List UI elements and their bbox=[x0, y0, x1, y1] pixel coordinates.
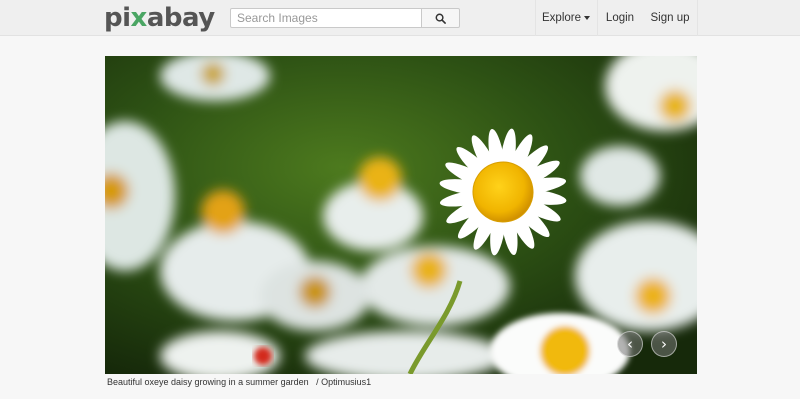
nav-divider bbox=[697, 0, 698, 36]
search-input[interactable] bbox=[230, 8, 422, 28]
nav-login-label: Login bbox=[605, 12, 635, 24]
search-bar bbox=[230, 8, 460, 28]
caret-down-icon bbox=[584, 16, 590, 20]
search-icon bbox=[435, 13, 446, 24]
nav-explore[interactable]: Explore bbox=[536, 0, 596, 36]
chevron-right-icon: › bbox=[661, 335, 667, 353]
nav-login[interactable]: Login bbox=[598, 0, 642, 36]
nav-signup[interactable]: Sign up bbox=[643, 0, 697, 36]
previous-image-button[interactable]: ‹ bbox=[617, 331, 643, 357]
top-navbar: pixabay Explore Login Sign up bbox=[0, 0, 800, 36]
nav-signup-label: Sign up bbox=[650, 12, 690, 24]
search-button[interactable] bbox=[422, 8, 460, 28]
photo-author-link[interactable]: Optimusius1 bbox=[321, 377, 371, 387]
daisy-photo-image bbox=[105, 56, 697, 374]
nav-explore-label: Explore bbox=[542, 12, 581, 24]
logo-text: pixabay bbox=[104, 3, 215, 33]
photo-caption: Beautiful oxeye daisy growing in a summe… bbox=[107, 377, 371, 387]
photo-description: Beautiful oxeye daisy growing in a summe… bbox=[107, 377, 309, 387]
pixabay-logo[interactable]: pixabay bbox=[104, 3, 215, 33]
next-image-button[interactable]: › bbox=[651, 331, 677, 357]
caption-separator: / bbox=[316, 377, 319, 387]
main-photo[interactable] bbox=[105, 56, 697, 374]
chevron-left-icon: ‹ bbox=[627, 335, 633, 353]
